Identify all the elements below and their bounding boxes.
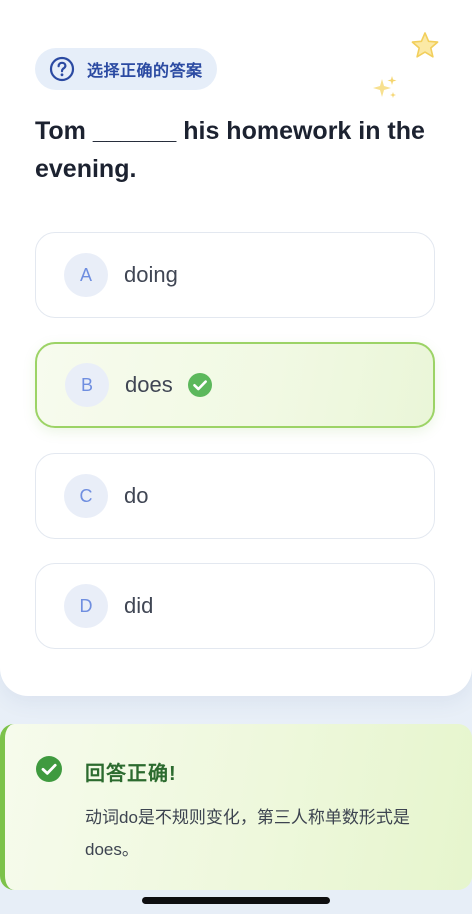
- question-text: Tom ______ his homework in the evening.: [35, 117, 425, 183]
- option-c[interactable]: C do: [35, 453, 435, 539]
- option-label: do: [124, 483, 149, 508]
- question-card: 选择正确的答案 Tom ______ his homework in the e…: [0, 0, 472, 696]
- home-indicator[interactable]: [142, 897, 330, 904]
- option-b[interactable]: B does: [35, 342, 435, 428]
- check-circle-icon: [187, 373, 212, 397]
- feedback-title: 回答正确!: [85, 763, 177, 785]
- option-letter: D: [64, 584, 108, 628]
- option-letter: A: [64, 253, 108, 297]
- check-circle-icon: [36, 756, 62, 782]
- instruction-badge: 选择正确的答案: [35, 48, 217, 90]
- option-a[interactable]: A doing: [35, 232, 435, 318]
- option-letter: B: [65, 363, 109, 407]
- star-icon: [411, 32, 439, 58]
- option-d[interactable]: D did: [35, 563, 435, 649]
- instruction-label: 选择正确的答案: [87, 63, 203, 80]
- feedback-explanation: 动词do是不规则变化，第三人称单数形式是does。: [85, 808, 410, 859]
- option-letter: C: [64, 474, 108, 518]
- option-label: does: [125, 372, 173, 397]
- option-label: did: [124, 593, 154, 618]
- question-circle-icon: [49, 56, 75, 82]
- option-label: doing: [124, 262, 178, 287]
- feedback-panel: 回答正确! 动词do是不规则变化，第三人称单数形式是does。: [0, 724, 472, 890]
- sparkle-icon: [373, 76, 397, 98]
